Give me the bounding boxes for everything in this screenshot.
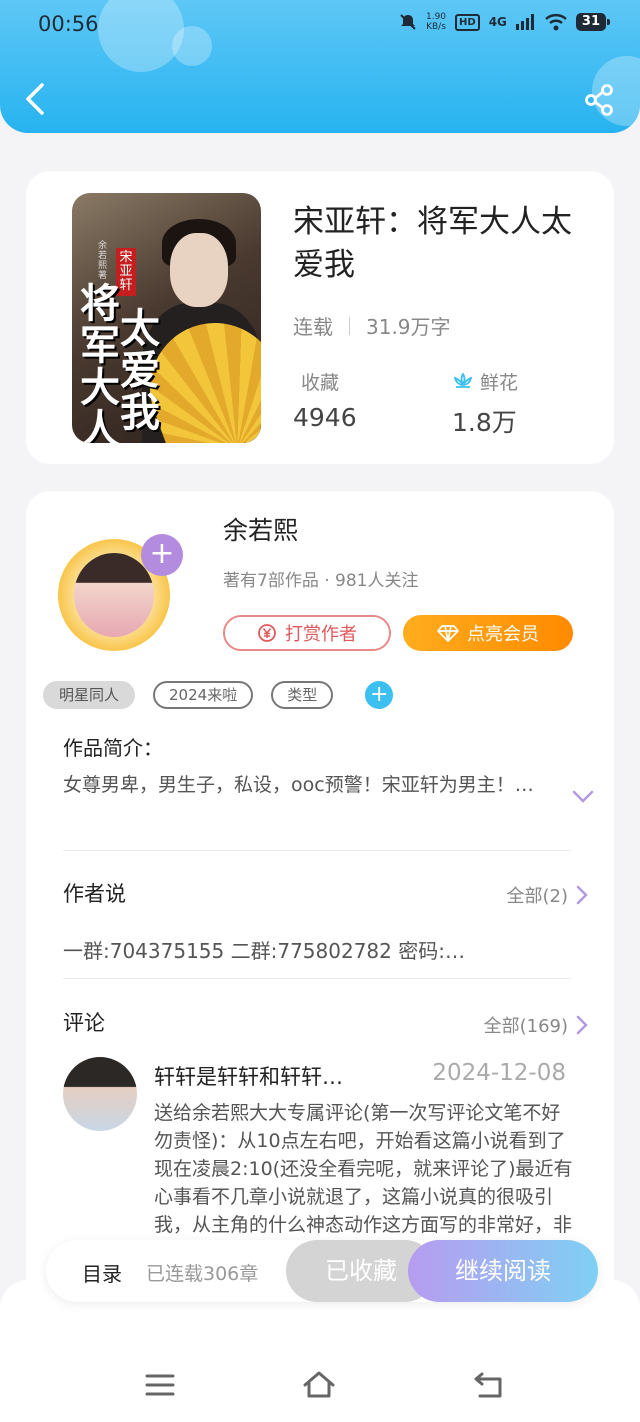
- cover-title: 太爱我: [120, 306, 160, 436]
- tag-item[interactable]: 2024来啦: [153, 681, 254, 709]
- chevron-down-icon[interactable]: [572, 789, 594, 805]
- status-bar-icons: 1.90 KB/s HD 4G 31: [399, 12, 611, 32]
- decor-bubble: [98, 0, 184, 72]
- favorites-count: 4946: [293, 403, 357, 432]
- share-icon[interactable]: [584, 84, 614, 116]
- commenter-avatar[interactable]: [63, 1057, 137, 1131]
- commenter-name[interactable]: 轩轩是轩轩和轩轩…: [154, 1061, 343, 1091]
- tag-list: 明星同人 2024来啦 类型 +: [43, 681, 394, 709]
- cover-title: 将军大人: [80, 281, 120, 443]
- comment-text[interactable]: 送给余若熙大大专属评论(第一次写评论文笔不好勿责怪)：从10点左右吧，开始看这篇…: [154, 1099, 574, 1239]
- book-status: 连载: [293, 315, 333, 339]
- cover-author: 余若熙著: [98, 241, 108, 281]
- flower-icon: [453, 371, 473, 388]
- reading-action-bar: 目录 已连载306章 已收藏 继续阅读: [46, 1240, 598, 1302]
- chevron-right-icon: [576, 885, 588, 905]
- menu-icon[interactable]: [143, 1370, 177, 1400]
- reward-author-label: 打赏作者: [285, 624, 357, 645]
- status-time: 00:56: [38, 12, 99, 36]
- back-arrow-icon[interactable]: [22, 82, 50, 116]
- flowers-stat[interactable]: 鲜花: [452, 368, 518, 395]
- avatar: [74, 553, 154, 637]
- author-notes-title: 作者说: [63, 882, 126, 906]
- signal-icon: [515, 14, 534, 30]
- intro-title: 作品简介：: [63, 736, 163, 760]
- comments-all-label: 全部(169): [483, 1016, 568, 1037]
- decor-bubble: [172, 26, 212, 66]
- back-nav-icon[interactable]: [472, 1370, 506, 1400]
- table-of-contents-button[interactable]: 目录: [82, 1258, 122, 1287]
- cover-figure: [170, 233, 228, 307]
- book-meta: 连载 31.9万字: [293, 311, 451, 340]
- hd-icon: HD: [455, 13, 480, 31]
- author-notes-all-link[interactable]: 全部(2): [507, 882, 589, 908]
- book-info-card: 余若熙著 宋亚轩 将军大人 太爱我 宋亚轩：将军大人太爱我 连载 31.9万字 …: [26, 171, 614, 464]
- app-header: 00:56 1.90 KB/s HD 4G 31: [0, 0, 640, 133]
- network-type: 4G: [488, 15, 507, 29]
- divider: [63, 850, 571, 851]
- chevron-right-icon: [576, 1015, 588, 1035]
- reward-author-button[interactable]: 打赏作者: [223, 615, 391, 651]
- comments-all-link[interactable]: 全部(169): [484, 1012, 588, 1038]
- flowers-count: 1.8万: [452, 408, 517, 437]
- yuan-coin-icon: [258, 624, 276, 642]
- wifi-icon: [545, 14, 567, 31]
- author-stats: 著有7部作品 · 981人关注: [223, 571, 419, 591]
- author-notes-text[interactable]: 一群:704375155 二群:775802782 密码:…: [63, 935, 465, 964]
- home-icon[interactable]: [302, 1370, 336, 1400]
- follow-plus-icon[interactable]: +: [141, 534, 183, 576]
- word-count: 31.9万字: [366, 315, 451, 339]
- meta-divider: [349, 316, 350, 335]
- book-cover[interactable]: 余若熙著 宋亚轩 将军大人 太爱我: [72, 193, 261, 443]
- comment-date: 2024-12-08: [432, 1060, 566, 1086]
- author-notes-all-label: 全部(2): [506, 886, 569, 907]
- diamond-icon: [437, 625, 459, 642]
- tag-item[interactable]: 明星同人: [43, 681, 136, 709]
- tag-item[interactable]: 类型: [271, 681, 334, 709]
- intro-text[interactable]: 女尊男卑，男生子，私设，ooc预警！宋亚轩为男主！…: [63, 771, 543, 799]
- flowers-label: 鲜花: [480, 372, 519, 394]
- book-title: 宋亚轩：将军大人太爱我: [293, 204, 572, 283]
- author-name[interactable]: 余若熙: [223, 511, 298, 547]
- add-tag-icon[interactable]: +: [365, 681, 394, 709]
- comments-title: 评论: [63, 1011, 105, 1035]
- battery-icon: 31: [575, 13, 611, 31]
- continue-reading-button[interactable]: 继续阅读: [408, 1240, 598, 1302]
- vip-membership-button[interactable]: 点亮会员: [403, 615, 573, 651]
- divider: [63, 978, 571, 979]
- vip-label: 点亮会员: [467, 624, 539, 645]
- favorites-label: 收藏: [301, 372, 340, 394]
- chapter-count: 已连载306章: [146, 1263, 259, 1285]
- net-speed: 1.90 KB/s: [425, 12, 447, 32]
- mute-bell-icon: [400, 14, 416, 30]
